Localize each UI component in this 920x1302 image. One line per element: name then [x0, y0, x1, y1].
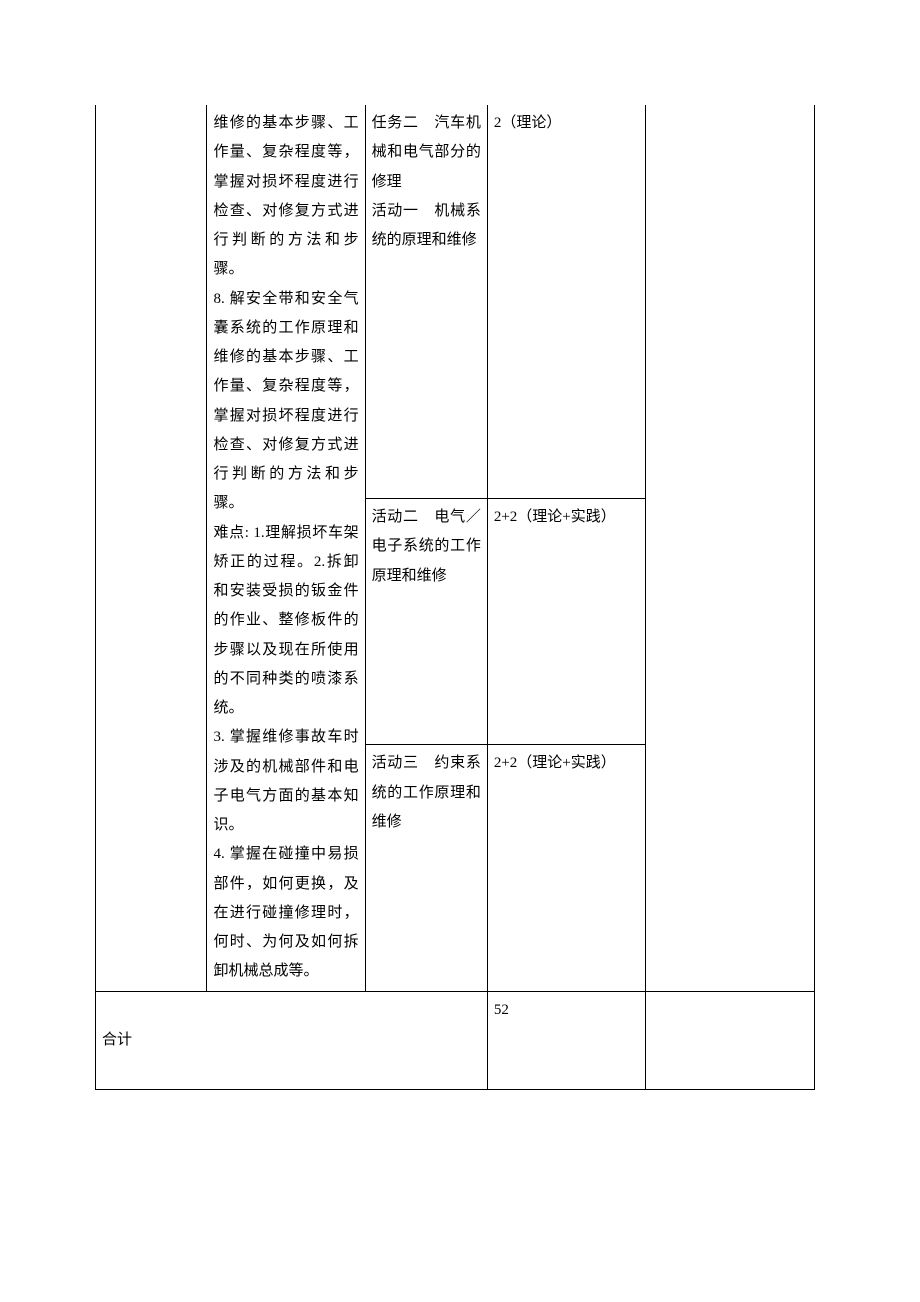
cell-total-label: 合计: [96, 991, 488, 1089]
cell-task: 任务二 汽车机械和电气部分的修理 活动一 机械系统的原理和维修: [365, 105, 487, 499]
cell-col1: [96, 105, 207, 991]
cell-task: 活动二 电气／电子系统的工作原理和维修: [365, 499, 487, 745]
table-row: 维修的基本步骤、工作量、复杂程度等，掌握对损坏程度进行检查、对修复方式进行判断的…: [96, 105, 815, 499]
syllabus-table: 维修的基本步骤、工作量、复杂程度等，掌握对损坏程度进行检查、对修复方式进行判断的…: [95, 105, 815, 1090]
cell-total-empty: [646, 991, 815, 1089]
cell-objectives: 维修的基本步骤、工作量、复杂程度等，掌握对损坏程度进行检查、对修复方式进行判断的…: [207, 105, 365, 991]
table-row-total: 合计 52: [96, 991, 815, 1089]
cell-task: 活动三 约束系统的工作原理和维修: [365, 745, 487, 991]
cell-hours: 2+2（理论+实践）: [487, 499, 645, 745]
cell-hours: 2（理论）: [487, 105, 645, 499]
cell-total-value: 52: [487, 991, 645, 1089]
cell-hours: 2+2（理论+实践）: [487, 745, 645, 991]
cell-col5: [646, 105, 815, 991]
